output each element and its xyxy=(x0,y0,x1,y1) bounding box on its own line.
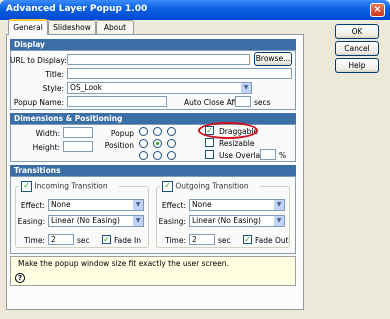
use-overlay-checkbox[interactable] xyxy=(205,150,214,159)
browse-button[interactable]: Browse... xyxy=(254,52,292,66)
overlay-percent-input[interactable] xyxy=(260,149,276,160)
outgoing-time-label: Time: xyxy=(165,236,186,245)
fade-out-label: Fade Out xyxy=(255,236,289,245)
cancel-button[interactable]: Cancel xyxy=(335,41,379,56)
incoming-effect-label: Effect: xyxy=(20,201,45,210)
draggable-highlight-oval xyxy=(198,122,258,139)
outgoing-transition-checkbox[interactable]: ✓ xyxy=(162,181,173,192)
height-label: Height: xyxy=(32,143,60,152)
position-radio-center[interactable] xyxy=(153,139,162,148)
incoming-easing-value: Linear (No Easing) xyxy=(51,216,120,225)
resizable-checkbox[interactable] xyxy=(205,138,214,147)
chevron-down-icon[interactable]: ▼ xyxy=(241,83,251,93)
width-label: Width: xyxy=(35,129,60,138)
position-radio-ml[interactable] xyxy=(139,139,148,148)
style-select[interactable]: OS_Look ▼ xyxy=(67,82,252,94)
fade-out-checkbox[interactable]: ✓ xyxy=(243,235,252,244)
position-radio-tl[interactable] xyxy=(139,127,148,136)
title-input[interactable] xyxy=(67,68,292,79)
incoming-easing-label: Easing: xyxy=(17,217,45,226)
hint-text: Make the popup window size fit exactly t… xyxy=(18,259,229,268)
incoming-transition-label: Incoming Transition xyxy=(34,181,108,191)
style-label: Style: xyxy=(42,84,64,93)
incoming-transition-header: ✓ Incoming Transition xyxy=(19,181,119,192)
window-title: Advanced Layer Popup 1.00 xyxy=(6,4,148,14)
fade-in-label: Fade In xyxy=(114,236,141,245)
chevron-down-icon[interactable]: ▼ xyxy=(274,216,284,226)
incoming-time-label: Time: xyxy=(24,236,45,245)
title-label: Title: xyxy=(45,70,64,79)
resizable-label: Resizable xyxy=(219,139,255,148)
ok-button[interactable]: OK xyxy=(335,24,379,39)
outgoing-easing-label: Easing: xyxy=(158,217,186,226)
outgoing-easing-value: Linear (No Easing) xyxy=(192,216,261,225)
tab-slideshow[interactable]: Slideshow xyxy=(48,20,96,34)
outgoing-time-input[interactable]: 2 xyxy=(189,234,215,245)
tab-about[interactable]: About xyxy=(96,20,134,34)
tab-general[interactable]: General xyxy=(8,19,48,35)
position-radio-tc[interactable] xyxy=(153,127,162,136)
percent-label: % xyxy=(279,151,287,160)
outgoing-effect-select[interactable]: None ▼ xyxy=(189,199,285,211)
display-section-header: Display xyxy=(10,39,296,50)
popup-name-label: Popup Name: xyxy=(13,98,64,107)
chevron-down-icon[interactable]: ▼ xyxy=(274,200,284,210)
position-radio-bc[interactable] xyxy=(153,151,162,160)
popup-label: Popup xyxy=(110,129,134,138)
transitions-section-header: Transitions xyxy=(10,165,296,176)
incoming-effect-value: None xyxy=(51,200,71,209)
dimensions-section-header: Dimensions & Positioning xyxy=(10,113,296,124)
help-button[interactable]: Help xyxy=(335,58,379,73)
position-radio-tr[interactable] xyxy=(167,127,176,136)
position-radio-br[interactable] xyxy=(167,151,176,160)
style-select-value: OS_Look xyxy=(70,83,102,92)
help-icon: ? xyxy=(15,273,25,283)
height-input[interactable] xyxy=(63,141,93,152)
incoming-transition-checkbox[interactable]: ✓ xyxy=(21,181,32,192)
position-radio-bl[interactable] xyxy=(139,151,148,160)
outgoing-sec-label: sec xyxy=(218,236,231,245)
url-input[interactable] xyxy=(67,54,250,65)
chevron-down-icon[interactable]: ▼ xyxy=(133,200,143,210)
use-overlay-label: Use Overlay xyxy=(219,151,265,160)
fade-in-checkbox[interactable]: ✓ xyxy=(102,235,111,244)
position-radio-mr[interactable] xyxy=(167,139,176,148)
incoming-sec-label: sec xyxy=(77,236,90,245)
url-label: URL to Display: xyxy=(10,56,67,65)
incoming-effect-select[interactable]: None ▼ xyxy=(48,199,144,211)
outgoing-effect-label: Effect: xyxy=(161,201,186,210)
popup-name-input[interactable] xyxy=(67,96,167,107)
auto-close-secs-label: secs xyxy=(254,98,271,107)
outgoing-effect-value: None xyxy=(192,200,212,209)
auto-close-input[interactable] xyxy=(235,96,251,107)
incoming-easing-select[interactable]: Linear (No Easing) ▼ xyxy=(48,215,144,227)
chevron-down-icon[interactable]: ▼ xyxy=(133,216,143,226)
close-icon[interactable]: × xyxy=(370,3,385,17)
position-label: Position xyxy=(104,141,134,150)
outgoing-transition-label: Outgoing Transition xyxy=(175,181,249,191)
outgoing-easing-select[interactable]: Linear (No Easing) ▼ xyxy=(189,215,285,227)
outgoing-transition-header: ✓ Outgoing Transition xyxy=(160,181,260,192)
incoming-time-input[interactable]: 2 xyxy=(48,234,74,245)
width-input[interactable] xyxy=(63,127,93,138)
